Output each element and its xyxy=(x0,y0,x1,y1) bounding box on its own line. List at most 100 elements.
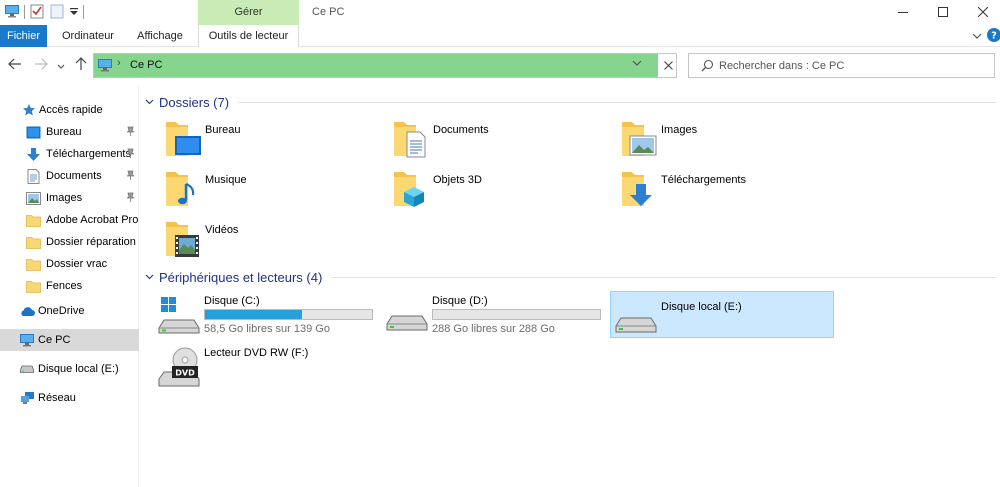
maximize-button[interactable] xyxy=(926,0,960,25)
folder-icon xyxy=(25,256,41,272)
nav-this-pc[interactable]: Ce PC xyxy=(0,329,139,351)
drive-label: Disque (C:) xyxy=(204,295,260,307)
folder-tile-music[interactable]: Musique xyxy=(164,168,374,216)
cloud-icon xyxy=(19,303,35,319)
download-icon xyxy=(25,146,41,162)
breadcrumb-chevron-icon[interactable]: › xyxy=(117,57,121,69)
folder-icon xyxy=(25,212,41,228)
search-input[interactable] xyxy=(719,56,989,75)
pin-icon[interactable] xyxy=(126,170,135,184)
tile-label: Musique xyxy=(205,174,247,186)
documents-folder-icon xyxy=(392,118,432,160)
arrow-left-icon xyxy=(8,57,22,73)
folder-tile-images[interactable]: Images xyxy=(620,118,830,166)
search-box[interactable] xyxy=(688,53,995,78)
clear-address-button[interactable] xyxy=(660,57,676,74)
address-highlight xyxy=(94,54,658,77)
pin-icon[interactable] xyxy=(126,148,135,162)
help-icon: ? xyxy=(987,27,1000,45)
group-header-folders[interactable]: Dossiers (7) xyxy=(145,93,229,111)
breadcrumb-location[interactable]: Ce PC xyxy=(130,54,162,77)
nav-quick-access[interactable]: Accès rapide xyxy=(0,99,139,121)
svg-text:?: ? xyxy=(991,30,997,41)
group-header-devices[interactable]: Périphériques et lecteurs (4) xyxy=(145,268,322,286)
document-icon xyxy=(25,168,41,184)
recent-locations-button[interactable] xyxy=(55,56,67,74)
nav-item-label: Disque local (E:) xyxy=(38,363,119,375)
drive-tile-d[interactable]: Disque (D:) 288 Go libres sur 288 Go xyxy=(386,290,610,336)
tile-label: Bureau xyxy=(205,124,241,136)
drive-usage-bar xyxy=(204,309,373,320)
tile-label: Images xyxy=(661,124,698,136)
drive-label: Disque local (E:) xyxy=(661,301,742,313)
drive-usage-fill xyxy=(205,310,302,319)
maximize-icon xyxy=(938,5,948,20)
window-title: Ce PC xyxy=(312,6,345,18)
minimize-button[interactable] xyxy=(886,0,920,25)
address-history-dropdown[interactable] xyxy=(632,58,642,69)
nav-item-downloads[interactable]: Téléchargements xyxy=(0,143,139,165)
drive-tile-c[interactable]: Disque (C:) 58,5 Go libres sur 139 Go xyxy=(158,290,382,336)
folder-tile-documents[interactable]: Documents xyxy=(392,118,602,166)
downloads-folder-icon xyxy=(620,168,660,210)
folder-tile-downloads[interactable]: Téléchargements xyxy=(620,168,830,216)
nav-local-disk-e[interactable]: Disque local (E:) xyxy=(0,358,139,380)
nav-item-images[interactable]: Images xyxy=(0,187,139,209)
3d-objects-folder-icon xyxy=(392,168,432,210)
drive-label: Lecteur DVD RW (F:) xyxy=(204,347,309,359)
chevron-down-icon xyxy=(57,57,65,73)
nav-item-bulk-folder[interactable]: Dossier vrac xyxy=(0,253,139,275)
computer-icon xyxy=(97,58,113,75)
tab-view[interactable]: Affichage xyxy=(126,25,194,47)
nav-item-repair-folder[interactable]: Dossier réparation P xyxy=(0,231,139,253)
pin-icon[interactable] xyxy=(126,126,135,140)
folder-tile-videos[interactable]: Vidéos xyxy=(164,218,374,266)
arrow-right-icon xyxy=(34,57,48,73)
nav-item-adobe-acrobat-pro[interactable]: Adobe Acrobat Pro xyxy=(0,209,139,231)
nav-network[interactable]: Réseau xyxy=(0,387,139,409)
context-tab-group-manage: Gérer xyxy=(198,0,299,25)
nav-onedrive[interactable]: OneDrive xyxy=(0,300,139,322)
drive-icon xyxy=(615,296,659,336)
nav-item-desktop[interactable]: Bureau xyxy=(0,121,139,143)
minimize-icon xyxy=(898,5,908,20)
network-icon xyxy=(19,390,35,406)
pin-icon[interactable] xyxy=(126,192,135,206)
drive-tile-e[interactable]: Disque local (E:) xyxy=(610,291,834,338)
forward-button[interactable] xyxy=(32,56,50,74)
computer-icon[interactable] xyxy=(4,3,20,22)
folder-tile-desktop[interactable]: Bureau xyxy=(164,118,374,166)
address-bar[interactable]: › Ce PC xyxy=(93,53,677,78)
help-button[interactable]: ? xyxy=(987,27,1000,45)
nav-item-label: Bureau xyxy=(46,126,82,138)
close-button[interactable] xyxy=(966,0,1000,25)
back-button[interactable] xyxy=(6,56,24,74)
properties-icon[interactable] xyxy=(29,3,45,22)
nav-item-documents[interactable]: Documents xyxy=(0,165,139,187)
tab-file[interactable]: Fichier xyxy=(0,25,47,47)
folder-tile-3d-objects[interactable]: Objets 3D xyxy=(392,168,602,216)
drive-usage-bar xyxy=(432,309,601,320)
tab-computer[interactable]: Ordinateur xyxy=(52,25,124,47)
up-button[interactable] xyxy=(72,56,90,74)
nav-item-label: Accès rapide xyxy=(39,104,103,116)
desktop-folder-icon xyxy=(164,118,204,160)
nav-item-label: Fences xyxy=(46,280,83,292)
nav-item-label: Réseau xyxy=(38,392,76,404)
group-title: Périphériques et lecteurs (4) xyxy=(159,269,323,285)
nav-item-fences[interactable]: Fences xyxy=(0,275,139,297)
drive-tile-f[interactable]: DVD Lecteur DVD RW (F:) xyxy=(158,342,382,388)
group-divider xyxy=(332,277,996,278)
new-folder-icon[interactable] xyxy=(49,3,65,22)
nav-item-label: Téléchargements xyxy=(46,148,131,160)
drive-free-space: 58,5 Go libres sur 139 Go xyxy=(204,323,330,335)
close-icon xyxy=(977,5,989,20)
tab-drive-tools[interactable]: Outils de lecteur xyxy=(198,25,299,47)
toolbar-separator xyxy=(24,5,25,19)
nav-item-label: Dossier réparation P xyxy=(46,236,139,248)
chevron-down-icon xyxy=(145,272,159,283)
navigation-pane: Accès rapide Bureau Téléchargements Docu… xyxy=(0,86,139,487)
customize-toolbar-icon[interactable] xyxy=(69,5,79,19)
expand-ribbon-button[interactable] xyxy=(970,28,984,44)
drive-icon xyxy=(19,361,35,377)
